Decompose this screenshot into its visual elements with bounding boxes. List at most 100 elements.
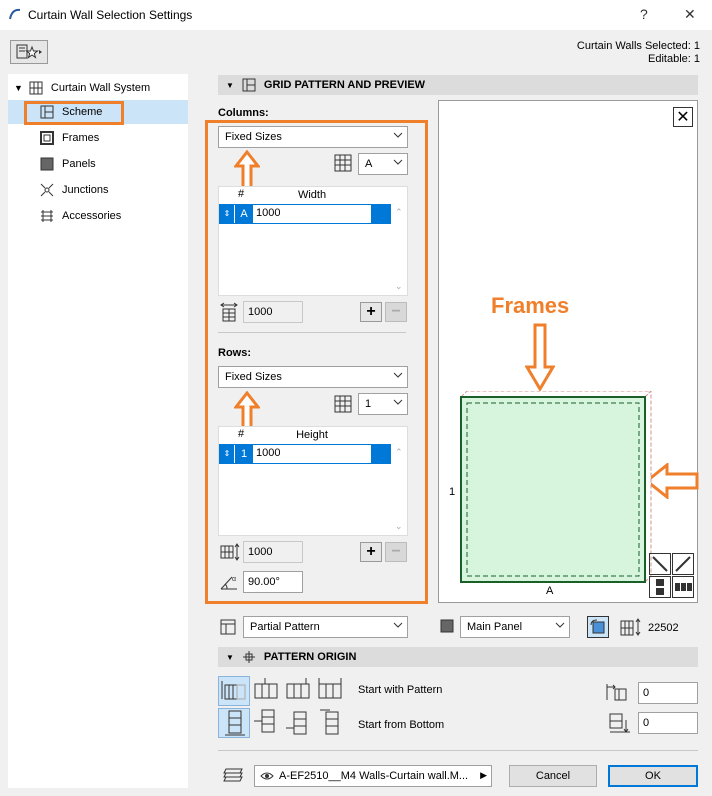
origin-pattern-option-3-button[interactable] — [284, 676, 314, 706]
rows-pattern-select[interactable]: 1 — [358, 393, 408, 415]
close-button[interactable]: ✕ — [684, 6, 696, 23]
columns-table-width-header: Width — [297, 189, 327, 201]
angle-input[interactable]: 90.00° — [243, 571, 303, 593]
arrow-down-annotation-icon — [525, 323, 555, 392]
panel-count-icon — [620, 618, 641, 636]
x-offset-icon — [606, 684, 627, 701]
remove-column-button[interactable]: − — [385, 302, 407, 322]
row-selection-cell — [371, 444, 391, 464]
view-tiles-grid-icon — [675, 583, 692, 591]
origin-pattern-option-2-button[interactable] — [252, 676, 282, 706]
chevron-down-icon: ▼ — [14, 83, 23, 93]
origin-bottom-option-2-button[interactable] — [252, 708, 282, 738]
arrow-left-annotation-icon — [645, 463, 699, 499]
rows-total-input[interactable]: 1000 — [243, 541, 303, 563]
rows-pattern-value: 1 — [365, 398, 372, 410]
tree-item-accessories[interactable]: Accessories — [8, 204, 121, 228]
chevron-down-icon — [393, 159, 403, 165]
app-logo-icon — [9, 8, 21, 20]
x-offset-input[interactable]: 0 — [638, 682, 698, 704]
columns-table: # Width ⇕ A 1000 ⌃ ⌄ — [218, 186, 408, 296]
view-option-2-button[interactable] — [672, 553, 694, 575]
row-width-value[interactable]: 1000 — [256, 207, 280, 219]
view-option-1-button[interactable] — [649, 553, 671, 575]
origin-center-start-icon — [254, 678, 278, 699]
y-offset-input[interactable]: 0 — [638, 712, 698, 734]
columns-total-input[interactable]: 1000 — [243, 301, 303, 323]
origin-right-start-icon — [286, 678, 310, 699]
cancel-button[interactable]: Cancel — [509, 765, 597, 787]
preview-panel: ✕ Frames 1 A — [438, 100, 699, 603]
origin-pattern-option-4-button[interactable] — [316, 676, 346, 706]
columns-table-num-header: # — [237, 188, 245, 200]
accessories-icon — [41, 210, 53, 222]
rows-mode-select[interactable]: Fixed Sizes — [218, 366, 408, 388]
origin-bottom-option-4-button[interactable] — [316, 708, 346, 738]
pattern-mode-select[interactable]: Partial Pattern — [243, 616, 408, 638]
rows-mode-value: Fixed Sizes — [225, 371, 282, 383]
editable-count: Editable: 1 — [648, 53, 700, 65]
panel-type-select[interactable]: Main Panel — [460, 616, 570, 638]
scroll-down-icon[interactable]: ⌄ — [395, 521, 403, 532]
origin-top-bottom-icon — [320, 709, 339, 735]
rows-table-num-header: # — [237, 428, 245, 440]
tree-root-label: Curtain Wall System — [50, 82, 151, 94]
layer-select[interactable]: A-EF2510__M4 Walls-Curtain wall.M... ▶ — [254, 765, 492, 787]
tree-item-panels[interactable]: Panels — [8, 152, 96, 176]
grid-pattern-section-header[interactable]: ▼ GRID PATTERN AND PREVIEW — [218, 75, 698, 95]
curtain-wall-icon — [29, 81, 43, 95]
panel-assign-icon — [590, 619, 605, 634]
preview-close-button[interactable]: ✕ — [673, 107, 693, 127]
panel-count-value: 22502 — [648, 622, 679, 634]
grid-pattern-icon — [242, 78, 256, 92]
total-width-icon — [220, 302, 238, 322]
frames-icon — [40, 131, 54, 145]
settings-tree: ▼ Curtain Wall System Scheme Frames Pane… — [8, 74, 188, 788]
view-slant-right-icon — [675, 556, 691, 572]
start-with-pattern-label: Start with Pattern — [358, 684, 443, 696]
arrow-up-annotation-icon — [234, 150, 260, 190]
tree-root-curtain-wall-system[interactable]: ▼ Curtain Wall System — [14, 76, 150, 100]
row-drag-handle[interactable]: ⇕ — [220, 445, 234, 463]
columns-mode-select[interactable]: Fixed Sizes — [218, 126, 408, 148]
preview-column-label: A — [546, 585, 554, 597]
frames-annotation: Frames — [491, 293, 570, 318]
add-row-button[interactable]: + — [360, 542, 382, 562]
ok-button[interactable]: OK — [608, 765, 698, 787]
collapse-triangle-icon: ▼ — [226, 652, 234, 662]
origin-bottom-start-icon — [225, 710, 245, 736]
layer-value: A-EF2510__M4 Walls-Curtain wall.M... — [279, 770, 469, 782]
remove-row-button[interactable]: − — [385, 542, 407, 562]
origin-top-start-icon — [286, 711, 307, 735]
scroll-up-icon[interactable]: ⌃ — [395, 207, 403, 218]
origin-both-sides-icon — [318, 678, 342, 699]
pattern-origin-section-header[interactable]: ▼ PATTERN ORIGIN — [218, 647, 698, 667]
row-drag-handle[interactable]: ⇕ — [220, 205, 234, 223]
origin-pattern-option-1-button[interactable] — [218, 676, 250, 706]
tree-item-label: Junctions — [62, 184, 109, 196]
pattern-origin-icon — [242, 651, 255, 663]
help-button[interactable]: ? — [640, 6, 648, 22]
tree-item-label: Frames — [62, 132, 100, 144]
add-column-button[interactable]: + — [360, 302, 382, 322]
svg-text:α: α — [232, 576, 236, 583]
table-row[interactable]: ⇕ A 1000 — [219, 204, 391, 224]
chevron-down-icon — [393, 399, 403, 405]
view-option-3-button[interactable] — [649, 576, 671, 598]
columns-pattern-select[interactable]: A — [358, 153, 408, 175]
tree-item-label: Panels — [62, 158, 96, 170]
table-row[interactable]: ⇕ 1 1000 — [219, 444, 391, 464]
scroll-down-icon[interactable]: ⌄ — [395, 281, 403, 292]
panel-assign-button[interactable] — [587, 616, 609, 638]
row-selection-cell — [371, 204, 391, 224]
start-from-bottom-label: Start from Bottom — [358, 719, 445, 731]
tree-item-junctions[interactable]: Junctions — [8, 178, 108, 202]
view-option-4-button[interactable] — [672, 576, 694, 598]
origin-bottom-option-3-button[interactable] — [284, 708, 314, 738]
origin-bottom-option-1-button[interactable] — [218, 708, 250, 738]
favorites-button[interactable] — [10, 40, 48, 64]
row-height-value[interactable]: 1000 — [256, 447, 280, 459]
rows-table: # Height ⇕ 1 1000 ⌃ ⌄ — [218, 426, 408, 536]
tree-item-frames[interactable]: Frames — [8, 126, 99, 150]
scroll-up-icon[interactable]: ⌃ — [395, 447, 403, 458]
